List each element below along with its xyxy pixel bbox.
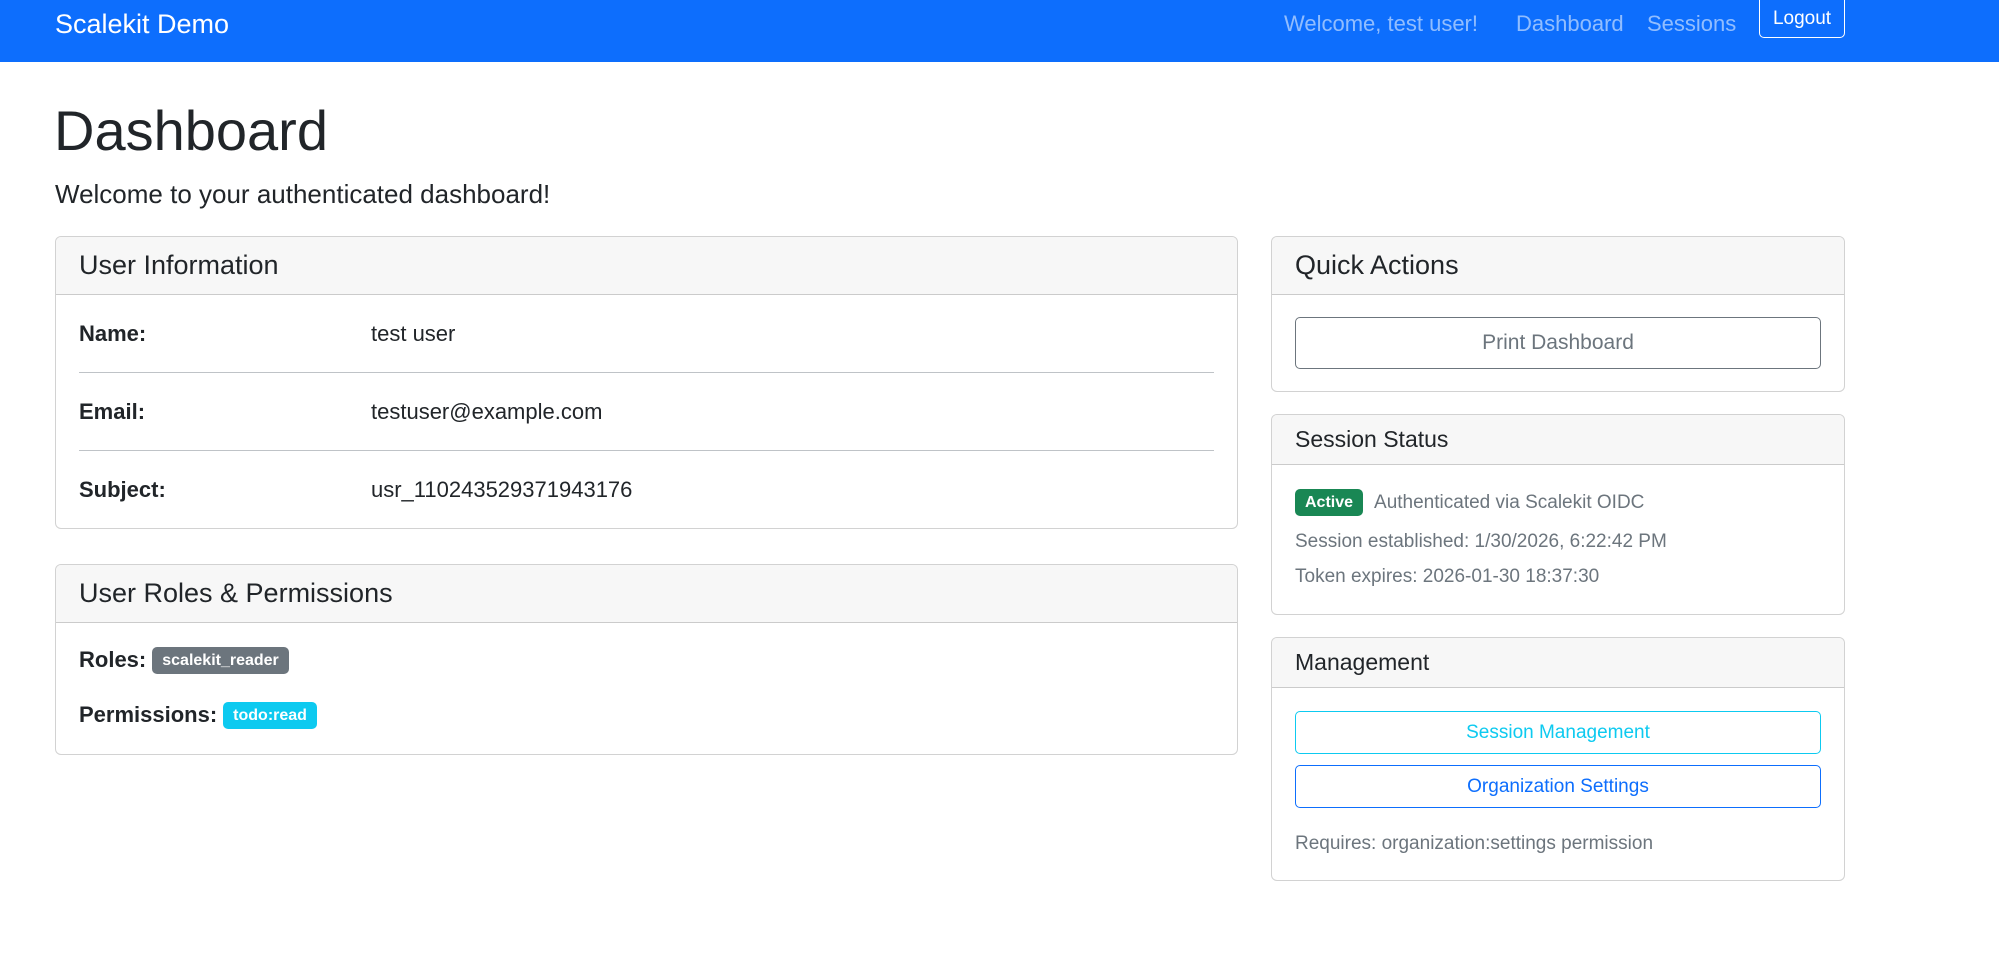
user-information-card: User Information Name: test user Email: … (55, 236, 1238, 529)
session-status-row: Active Authenticated via Scalekit OIDC (1295, 489, 1644, 516)
active-status-badge: Active (1295, 489, 1364, 516)
welcome-text: Welcome, test user! (1284, 11, 1478, 36)
management-card: Management Session Management Organizati… (1271, 637, 1845, 881)
logout-button[interactable]: Logout (1759, 0, 1845, 38)
nav-link-sessions[interactable]: Sessions (1647, 10, 1736, 38)
top-navbar: Scalekit Demo Welcome, test user! Dashbo… (0, 0, 1999, 62)
nav-link-dashboard[interactable]: Dashboard (1516, 10, 1624, 38)
roles-label: Roles: (79, 647, 147, 672)
page-subtitle: Welcome to your authenticated dashboard! (55, 179, 551, 209)
name-value: test user (371, 321, 456, 346)
quick-actions-header: Quick Actions (1272, 237, 1844, 295)
auth-method-text: Authenticated via Scalekit OIDC (1374, 491, 1645, 513)
page-title: Dashboard (54, 99, 328, 162)
permission-requirement-note: Requires: organization:settings permissi… (1295, 833, 1654, 854)
subject-value: usr_110243529371943176 (371, 477, 633, 502)
roles-permissions-header: User Roles & Permissions (56, 565, 1237, 623)
session-status-card: Session Status Active Authenticated via … (1271, 414, 1845, 615)
user-name-row: Name: test user (79, 295, 1214, 373)
quick-actions-card: Quick Actions Print Dashboard (1271, 236, 1845, 392)
permission-badge: todo:read (223, 701, 317, 729)
roles-row: Roles: scalekit_reader (79, 645, 289, 675)
role-badge: scalekit_reader (152, 646, 289, 674)
organization-settings-button[interactable]: Organization Settings (1295, 765, 1821, 808)
session-management-button[interactable]: Session Management (1295, 711, 1821, 754)
permissions-row: Permissions: todo:read (79, 700, 317, 730)
email-label: Email: (79, 399, 146, 424)
brand-link[interactable]: Scalekit Demo (55, 8, 229, 40)
email-value: testuser@example.com (371, 399, 603, 424)
session-status-header: Session Status (1272, 415, 1844, 465)
print-dashboard-button[interactable]: Print Dashboard (1295, 317, 1821, 369)
management-header: Management (1272, 638, 1844, 688)
token-expires-text: Token expires: 2026-01-30 18:37:30 (1295, 566, 1600, 587)
user-email-row: Email: testuser@example.com (79, 373, 1214, 451)
roles-permissions-card: User Roles & Permissions Roles: scalekit… (55, 564, 1238, 755)
subject-label: Subject: (79, 477, 166, 502)
session-established-text: Session established: 1/30/2026, 6:22:42 … (1295, 531, 1667, 552)
permissions-label: Permissions: (79, 702, 218, 727)
name-label: Name: (79, 321, 147, 346)
user-subject-row: Subject: usr_110243529371943176 (79, 451, 1214, 528)
user-information-header: User Information (56, 237, 1237, 295)
